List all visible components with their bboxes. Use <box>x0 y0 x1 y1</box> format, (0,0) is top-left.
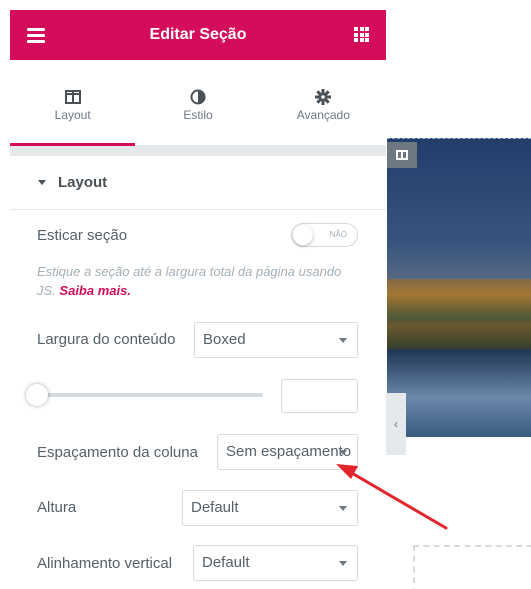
gear-icon <box>315 89 332 105</box>
editor-panel: Editar Seção Layout Estilo Avançado Layo… <box>10 10 386 589</box>
column-gap-value: Sem espaçamento <box>226 443 352 460</box>
content-width-value: Boxed <box>203 331 246 348</box>
chevron-left-icon: ‹ <box>394 417 398 431</box>
chevron-down-icon <box>339 338 347 343</box>
stretch-section-label: Esticar seção <box>37 227 128 244</box>
collapse-panel-button[interactable]: ‹ <box>386 393 406 455</box>
caret-down-icon <box>38 180 46 185</box>
tab-estilo[interactable]: Estilo <box>135 60 260 145</box>
content-width-select[interactable]: Boxed <box>194 322 358 358</box>
panel-divider <box>10 146 386 156</box>
tab-layout-label: Layout <box>54 108 91 122</box>
panel-header: Editar Seção <box>10 10 386 60</box>
lake-reflection <box>387 349 531 437</box>
half-circle-icon <box>190 89 206 105</box>
tab-avancado[interactable]: Avançado <box>261 60 386 145</box>
vertical-align-select[interactable]: Default <box>193 545 358 581</box>
grid-icon[interactable] <box>354 27 369 42</box>
chevron-down-icon <box>339 506 347 511</box>
height-select[interactable]: Default <box>182 490 358 526</box>
panel-title: Editar Seção <box>149 26 247 43</box>
chevron-down-icon <box>339 561 347 566</box>
autumn-trees <box>387 279 531 319</box>
height-value: Default <box>191 499 239 516</box>
content-width-number-input[interactable] <box>281 379 358 413</box>
hamburger-icon[interactable] <box>27 28 45 43</box>
height-label: Altura <box>37 499 77 516</box>
stretch-section-toggle[interactable]: NÃO <box>291 223 358 247</box>
add-section-dropzone[interactable] <box>413 545 531 589</box>
column-gap-select[interactable]: Sem espaçamento <box>217 434 358 470</box>
toggle-text: NÃO <box>329 230 347 239</box>
vertical-align-label: Alinhamento vertical <box>37 555 173 572</box>
chevron-down-icon <box>339 450 347 455</box>
content-width-slider[interactable] <box>37 393 263 397</box>
column-handle-icon[interactable] <box>387 142 417 168</box>
learn-more-link[interactable]: Saiba mais. <box>59 283 131 298</box>
section-title: Layout <box>58 174 108 191</box>
stretch-description: Estique a seção até a largura total da p… <box>37 262 357 300</box>
tab-layout[interactable]: Layout <box>10 60 136 146</box>
tab-avancado-label: Avançado <box>296 108 350 122</box>
panel-tabs: Layout Estilo Avançado <box>10 60 386 146</box>
vertical-align-value: Default <box>202 554 250 571</box>
columns-icon <box>64 90 81 104</box>
column-gap-label: Espaçamento da coluna <box>37 444 198 461</box>
content-width-label: Largura do conteúdo <box>37 331 176 348</box>
section-background-image <box>387 138 531 437</box>
toggle-knob <box>293 225 313 245</box>
tab-estilo-label: Estilo <box>183 108 213 122</box>
slider-handle[interactable] <box>26 384 48 406</box>
section-layout-header[interactable]: Layout <box>10 156 386 210</box>
